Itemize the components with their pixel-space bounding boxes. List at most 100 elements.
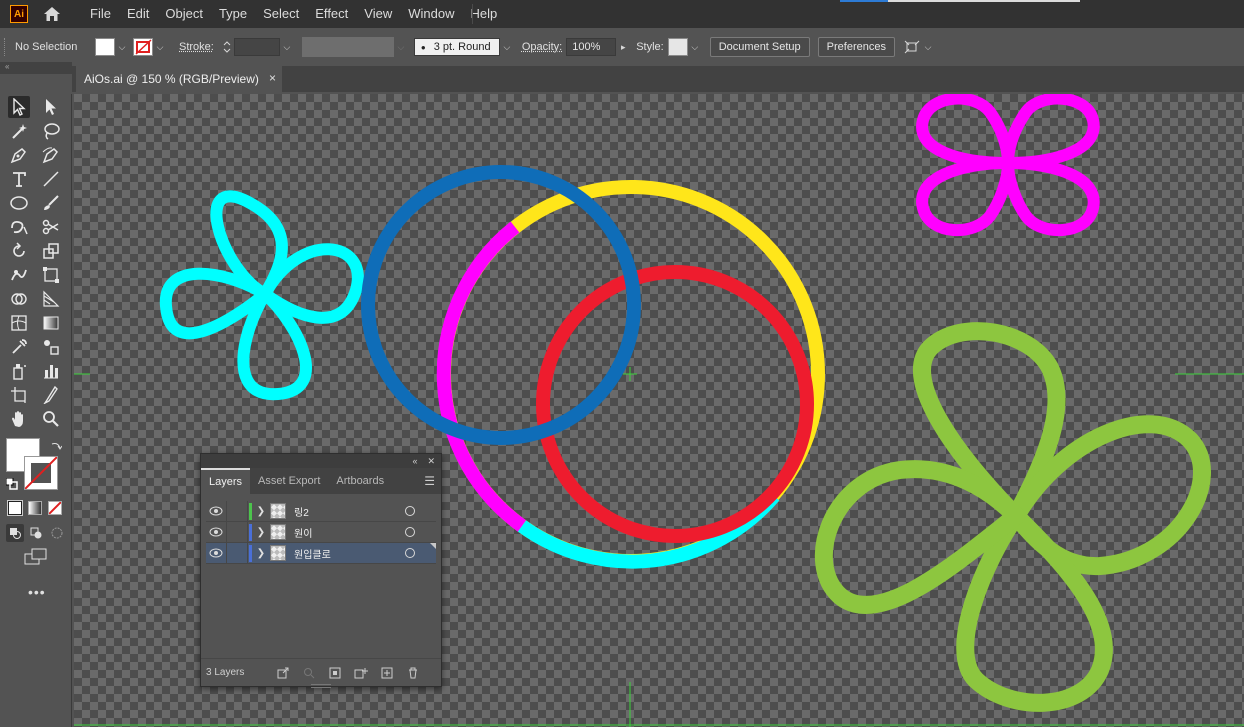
visibility-eye-icon[interactable] xyxy=(206,506,226,516)
scissors-tool-icon[interactable] xyxy=(40,216,62,238)
warp-tool-icon[interactable] xyxy=(8,264,30,286)
stroke-weight-input[interactable] xyxy=(233,38,280,56)
direct-selection-tool-icon[interactable] xyxy=(40,96,62,118)
layer-name[interactable]: 원이 xyxy=(294,525,374,540)
cyan-clover-shape[interactable] xyxy=(159,190,364,401)
color-mode-icon[interactable] xyxy=(7,500,23,516)
visibility-eye-icon[interactable] xyxy=(206,527,226,537)
mesh-tool-icon[interactable] xyxy=(8,312,30,334)
layer-row[interactable]: ❯ 링2 xyxy=(206,500,436,522)
locate-object-icon[interactable] xyxy=(296,667,322,679)
lasso-tool-icon[interactable] xyxy=(40,120,62,142)
create-sublayer-icon[interactable] xyxy=(348,667,374,679)
swap-fill-stroke-icon[interactable] xyxy=(50,440,63,455)
arrange-dropdown-icon[interactable]: ⌵ xyxy=(921,38,935,56)
stroke-swatch[interactable] xyxy=(133,38,153,56)
magic-wand-tool-icon[interactable] xyxy=(8,120,30,142)
slice-tool-icon[interactable] xyxy=(40,384,62,406)
brush-definition-field[interactable]: ● 3 pt. Round xyxy=(413,38,500,56)
home-icon[interactable] xyxy=(42,4,62,24)
scale-tool-icon[interactable] xyxy=(40,240,62,262)
stroke-color-swatch[interactable] xyxy=(24,456,58,490)
expand-arrow-icon[interactable]: ❯ xyxy=(252,548,270,559)
rotate-tool-icon[interactable] xyxy=(8,240,30,262)
lock-toggle[interactable] xyxy=(226,500,248,522)
lock-toggle[interactable] xyxy=(226,521,248,543)
draw-inside-icon[interactable] xyxy=(48,524,66,542)
expand-arrow-icon[interactable]: ❯ xyxy=(252,506,270,517)
arrange-documents-icon[interactable] xyxy=(903,39,921,55)
target-circle-icon[interactable] xyxy=(405,527,415,537)
stroke-weight-stepper-icon[interactable] xyxy=(220,37,234,57)
perspective-grid-tool-icon[interactable] xyxy=(40,288,62,310)
menu-object[interactable]: Object xyxy=(157,0,211,28)
ellipse-tool-icon[interactable] xyxy=(8,192,30,214)
variable-width-profile[interactable] xyxy=(301,37,394,57)
lock-toggle[interactable] xyxy=(226,542,248,564)
line-segment-tool-icon[interactable] xyxy=(40,168,62,190)
layer-name[interactable]: 원입클로 xyxy=(294,546,374,561)
shape-builder-tool-icon[interactable] xyxy=(8,288,30,310)
tab-artboards[interactable]: Artboards xyxy=(328,468,392,494)
gradient-tool-icon[interactable] xyxy=(40,312,62,334)
type-tool-icon[interactable] xyxy=(8,168,30,190)
screen-mode-icon[interactable] xyxy=(24,548,48,569)
collapse-panel-icon[interactable]: « xyxy=(412,456,417,466)
grip-handle[interactable] xyxy=(4,38,7,56)
blend-tool-icon[interactable] xyxy=(40,336,62,358)
document-tab[interactable]: AiOs.ai @ 150 % (RGB/Preview) × xyxy=(76,66,282,92)
close-panel-icon[interactable]: ✕ xyxy=(427,456,435,467)
zoom-tool-icon[interactable] xyxy=(40,408,62,430)
shaper-tool-icon[interactable] xyxy=(8,216,30,238)
draw-normal-icon[interactable] xyxy=(6,524,24,542)
preferences-button[interactable]: Preferences xyxy=(817,37,895,57)
magenta-clover-shape[interactable] xyxy=(916,94,1100,237)
target-circle-icon[interactable] xyxy=(405,548,415,558)
panel-menu-icon[interactable]: ☰ xyxy=(424,474,435,488)
stroke-weight-dropdown-icon[interactable]: ⌵ xyxy=(280,38,294,56)
toolbar-collapse-icon[interactable]: « xyxy=(0,62,72,74)
layer-row[interactable]: ❯ 원이 xyxy=(206,521,436,543)
selection-tool-icon[interactable] xyxy=(8,96,30,118)
brush-dropdown-icon[interactable]: ⌵ xyxy=(500,38,514,56)
fill-swatch[interactable] xyxy=(95,38,115,56)
opacity-dropdown-icon[interactable]: ▸ xyxy=(616,38,630,56)
hand-tool-icon[interactable] xyxy=(8,408,30,430)
column-graph-tool-icon[interactable] xyxy=(40,360,62,382)
opacity-label[interactable]: Opacity: xyxy=(522,41,562,53)
collect-for-export-icon[interactable] xyxy=(270,667,296,679)
symbol-sprayer-tool-icon[interactable] xyxy=(8,360,30,382)
layer-name[interactable]: 링2 xyxy=(294,504,374,519)
edit-toolbar-icon[interactable]: ••• xyxy=(28,584,46,600)
menu-view[interactable]: View xyxy=(356,0,400,28)
menu-help[interactable]: Help xyxy=(462,0,505,28)
delete-layer-icon[interactable] xyxy=(400,667,426,679)
create-new-layer-icon[interactable] xyxy=(374,667,400,679)
draw-behind-icon[interactable] xyxy=(27,524,45,542)
none-mode-icon[interactable] xyxy=(48,501,62,515)
gradient-mode-icon[interactable] xyxy=(28,501,42,515)
menu-type[interactable]: Type xyxy=(211,0,255,28)
make-clipping-mask-icon[interactable] xyxy=(322,667,348,679)
panel-titlebar[interactable]: « ✕ xyxy=(201,454,441,468)
eyedropper-tool-icon[interactable] xyxy=(8,336,30,358)
style-dropdown-icon[interactable]: ⌵ xyxy=(688,38,702,56)
graphic-style-swatch[interactable] xyxy=(667,38,688,56)
tab-asset-export[interactable]: Asset Export xyxy=(250,468,328,494)
curvature-tool-icon[interactable] xyxy=(40,144,62,166)
document-setup-button[interactable]: Document Setup xyxy=(709,37,810,57)
target-circle-icon[interactable] xyxy=(405,506,415,516)
stroke-dropdown-chevron-icon[interactable]: ⌵ xyxy=(153,38,167,56)
visibility-eye-icon[interactable] xyxy=(206,548,226,558)
menu-file[interactable]: File xyxy=(82,0,119,28)
layer-row-selected[interactable]: ❯ 원입클로 xyxy=(206,542,436,564)
pen-tool-icon[interactable] xyxy=(8,144,30,166)
menu-edit[interactable]: Edit xyxy=(119,0,157,28)
expand-arrow-icon[interactable]: ❯ xyxy=(252,527,270,538)
paintbrush-tool-icon[interactable] xyxy=(40,192,62,214)
menu-effect[interactable]: Effect xyxy=(307,0,356,28)
tab-layers[interactable]: Layers xyxy=(201,468,251,494)
profile-dropdown-icon[interactable]: ⌵ xyxy=(394,38,408,56)
menu-window[interactable]: Window xyxy=(400,0,462,28)
opacity-input[interactable]: 100% xyxy=(566,38,617,56)
